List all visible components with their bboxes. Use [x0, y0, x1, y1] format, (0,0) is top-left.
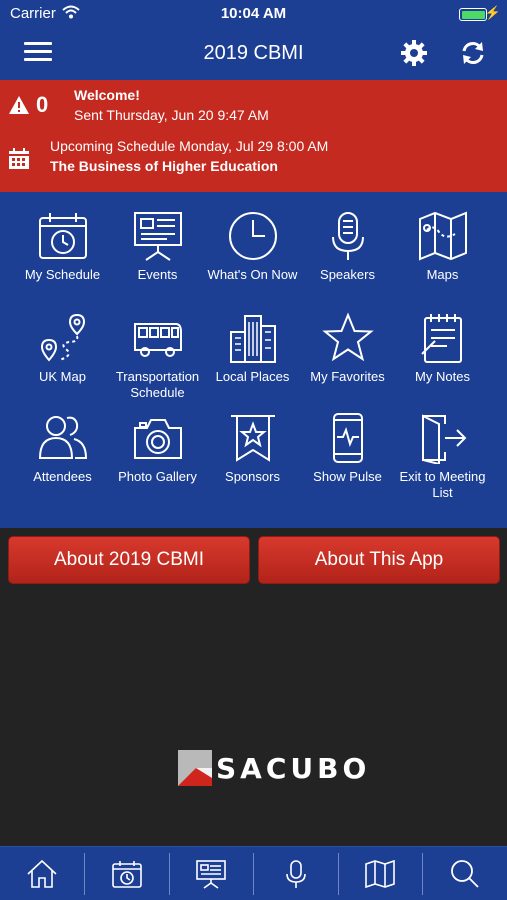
clock-icon: [228, 212, 277, 260]
alert-count: 0: [36, 92, 49, 117]
menu-item-label: My Notes: [415, 369, 470, 384]
nav-bar: 2019 CBMI: [0, 28, 507, 80]
camera-icon: [133, 419, 182, 459]
gear-icon[interactable]: [399, 38, 429, 68]
menu-item-label: Show Pulse: [313, 469, 382, 484]
alert-counter: 0: [8, 92, 48, 118]
menu-item-label: Speakers: [320, 267, 375, 282]
warning-icon: [9, 96, 29, 114]
menu-item-label: My Favorites: [310, 369, 385, 384]
presentation-board-icon: [133, 212, 182, 261]
microphone-icon: [331, 212, 364, 260]
alert-panel[interactable]: 0 Welcome! Sent Thursday, Jun 20 9:47 AM…: [0, 80, 507, 192]
bus-icon: [133, 323, 182, 357]
menu-item-label: Local Places: [215, 369, 290, 384]
status-bar: Carrier 10:04 AM ⚡: [0, 0, 507, 28]
phone-pulse-icon: [332, 413, 363, 463]
menu-item-maps[interactable]: Maps: [395, 210, 490, 283]
about-event-button[interactable]: About 2019 CBMI: [8, 536, 250, 584]
menu-item-my-favorites[interactable]: My Favorites: [300, 312, 395, 385]
calendar-clock-icon: [111, 861, 142, 888]
menu-item-label: Photo Gallery: [118, 469, 197, 484]
menu-item-events[interactable]: Events: [110, 210, 205, 283]
sacubo-logo-mark: [178, 750, 212, 786]
upcoming-schedule-text: Upcoming Schedule Monday, Jul 29 8:00 AM: [50, 138, 329, 154]
battery-icon: [459, 8, 487, 21]
menu-item-exit-to-meeting-list[interactable]: Exit to Meeting List: [395, 412, 490, 501]
menu-item-label: Transportation Schedule: [115, 369, 200, 400]
menu-item-whats-on-now[interactable]: What's On Now: [205, 210, 300, 283]
buildings-icon: [229, 315, 276, 363]
menu-item-uk-map[interactable]: UK Map: [15, 312, 110, 385]
people-icon: [38, 416, 87, 459]
exit-door-icon: [421, 414, 466, 464]
tab-search[interactable]: [423, 847, 507, 900]
clock-time: 10:04 AM: [220, 5, 287, 22]
menu-item-label: Sponsors: [225, 469, 280, 484]
menu-item-label: Attendees: [33, 469, 92, 484]
folded-map-icon: [365, 859, 396, 889]
menu-item-sponsors[interactable]: Sponsors: [205, 412, 300, 485]
upcoming-event-title: The Business of Higher Education: [50, 158, 278, 174]
menu-item-show-pulse[interactable]: Show Pulse: [300, 412, 395, 485]
route-pin-icon: [40, 313, 85, 362]
about-app-button[interactable]: About This App: [258, 536, 500, 584]
menu-item-label: My Schedule: [24, 267, 101, 282]
tab-maps[interactable]: [338, 847, 423, 900]
calendar-icon: [9, 148, 29, 169]
folded-map-icon: [418, 211, 467, 261]
calendar-clock-icon: [38, 213, 87, 259]
notepad-icon: [420, 314, 462, 363]
home-icon: [27, 859, 57, 888]
presentation-board-icon: [196, 860, 227, 889]
tab-events[interactable]: [169, 847, 254, 900]
tab-home[interactable]: [0, 847, 85, 900]
sacubo-logo: SACUBO: [178, 750, 370, 786]
menu-item-transportation-schedule[interactable]: Transportation Schedule: [110, 312, 205, 401]
menu-item-photo-gallery[interactable]: Photo Gallery: [110, 412, 205, 485]
welcome-sent-date: Sent Thursday, Jun 20 9:47 AM: [74, 107, 269, 123]
menu-item-local-places[interactable]: Local Places: [205, 312, 300, 385]
menu-item-my-notes[interactable]: My Notes: [395, 312, 490, 385]
tab-speakers[interactable]: [254, 847, 339, 900]
page-title: 2019 CBMI: [203, 42, 304, 64]
info-section: About 2019 CBMI About This App SACUBO: [0, 528, 507, 846]
tab-schedule[interactable]: [85, 847, 170, 900]
menu-item-speakers[interactable]: Speakers: [300, 210, 395, 283]
menu-item-label: Maps: [426, 267, 459, 282]
refresh-icon[interactable]: [458, 38, 488, 68]
menu-item-label: UK Map: [39, 369, 86, 384]
menu-item-label: Events: [137, 267, 178, 282]
tab-bar: [0, 846, 507, 900]
star-icon: [321, 312, 374, 362]
menu-item-my-schedule[interactable]: My Schedule: [15, 210, 110, 283]
menu-item-label: What's On Now: [207, 267, 298, 282]
charging-bolt-icon: ⚡: [484, 5, 501, 20]
ribbon-star-icon: [230, 415, 275, 462]
microphone-icon: [285, 860, 306, 888]
welcome-title: Welcome!: [74, 87, 140, 103]
menu-item-attendees[interactable]: Attendees: [15, 412, 110, 485]
menu-item-label: Exit to Meeting List: [399, 469, 486, 500]
search-icon: [450, 860, 479, 888]
